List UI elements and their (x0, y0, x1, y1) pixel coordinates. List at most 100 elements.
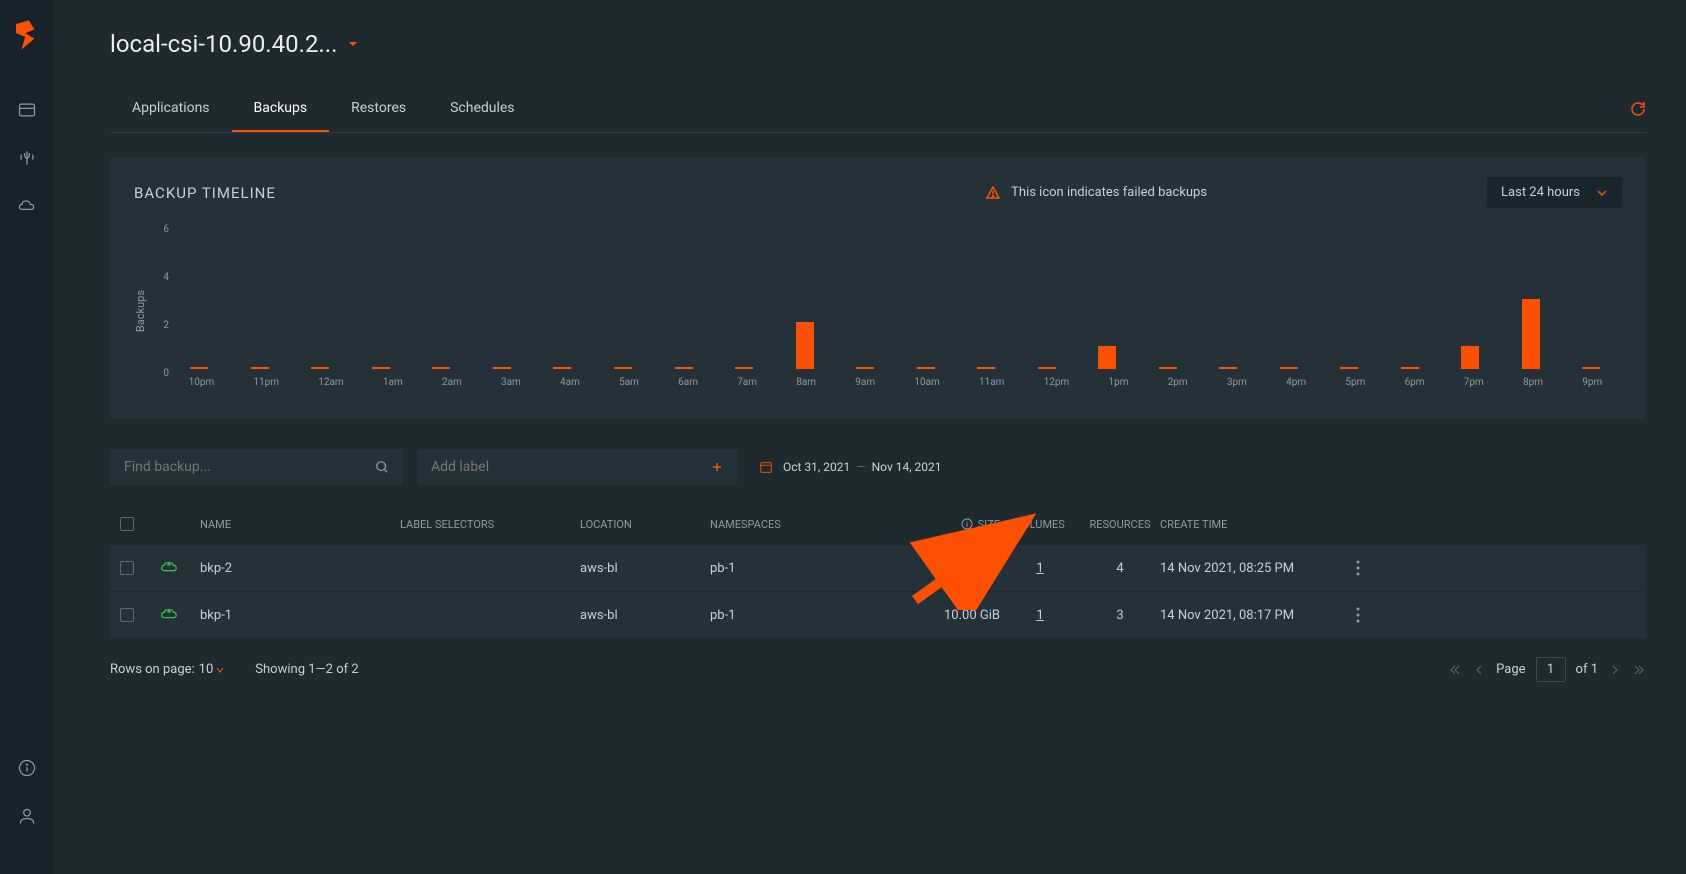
x-tick: 11pm (253, 377, 279, 388)
cell-name: bkp-1 (200, 608, 400, 623)
bar[interactable] (493, 367, 511, 369)
page-input[interactable] (1536, 657, 1566, 682)
table-row[interactable]: bkp-2 aws-bl pb-1 115 MiB 1 4 14 Nov 202… (110, 545, 1646, 591)
bar[interactable] (977, 367, 995, 369)
row-checkbox[interactable] (120, 561, 134, 575)
x-tick: 10am (914, 377, 939, 388)
table-header: NAME LABEL SELECTORS LOCATION NAMESPACES… (110, 503, 1646, 545)
bar[interactable] (1038, 367, 1056, 369)
info-icon[interactable] (17, 758, 37, 778)
x-tick: 10pm (189, 377, 215, 388)
antenna-icon[interactable] (17, 148, 37, 168)
y-tick: 0 (155, 368, 169, 379)
cluster-name[interactable]: local-csi-10.90.40.2... (110, 30, 337, 58)
tab-applications[interactable]: Applications (110, 86, 232, 132)
user-icon[interactable] (17, 806, 37, 826)
bar[interactable] (251, 367, 269, 369)
bar[interactable] (553, 367, 571, 369)
bar[interactable] (311, 367, 329, 369)
bar[interactable] (1582, 367, 1600, 369)
bar[interactable] (1461, 346, 1479, 369)
kebab-icon[interactable] (1356, 560, 1360, 576)
bar[interactable] (372, 367, 390, 369)
cell-location: aws-bl (580, 561, 710, 576)
search-icon (375, 460, 389, 474)
bar[interactable] (735, 367, 753, 369)
bar[interactable] (856, 367, 874, 369)
col-create-time: CREATE TIME (1160, 518, 1320, 531)
next-page-icon[interactable] (1608, 663, 1622, 677)
table-row[interactable]: bkp-1 aws-bl pb-1 10.00 GiB 1 3 14 Nov 2… (110, 592, 1646, 638)
x-tick: 8pm (1523, 377, 1543, 388)
bar[interactable] (1280, 367, 1298, 369)
cell-size: 115 MiB (830, 561, 1000, 576)
col-namespaces: NAMESPACES (710, 518, 830, 531)
pagination: Rows on page: 10 Showing 1—2 of 2 Page o… (110, 657, 1646, 682)
plus-icon (711, 461, 723, 473)
bar[interactable] (432, 367, 450, 369)
bar[interactable] (1522, 299, 1540, 369)
x-tick: 8am (796, 377, 816, 388)
bar[interactable] (1159, 367, 1177, 369)
col-name: NAME (200, 518, 400, 531)
bar[interactable] (1098, 346, 1116, 369)
y-tick: 2 (155, 320, 169, 331)
prev-page-icon[interactable] (1472, 663, 1486, 677)
chevron-down-icon[interactable] (215, 665, 225, 675)
y-axis-label: Backups (134, 290, 147, 332)
add-label-input[interactable] (417, 449, 737, 485)
timeline-hint: This icon indicates failed backups (985, 185, 1207, 201)
x-tick: 1pm (1108, 377, 1128, 388)
cell-namespaces: pb-1 (710, 608, 830, 623)
last-page-icon[interactable] (1632, 663, 1646, 677)
bar[interactable] (190, 367, 208, 369)
dashboard-icon[interactable] (17, 100, 37, 120)
tab-restores[interactable]: Restores (329, 86, 428, 132)
sidebar (0, 0, 54, 874)
date-range[interactable]: Oct 31, 2021 — Nov 14, 2021 (759, 460, 942, 474)
bar[interactable] (917, 367, 935, 369)
bar[interactable] (1340, 367, 1358, 369)
kebab-icon[interactable] (1356, 607, 1360, 623)
bar[interactable] (1219, 367, 1237, 369)
cell-volumes[interactable]: 1 (1000, 561, 1080, 576)
timeline-title: BACKUP TIMELINE (134, 184, 276, 202)
x-tick: 12am (318, 377, 343, 388)
col-size: SIZE (830, 518, 1000, 531)
y-axis: 6 4 2 0 (155, 224, 169, 399)
x-tick: 7pm (1464, 377, 1484, 388)
backup-table: NAME LABEL SELECTORS LOCATION NAMESPACES… (110, 503, 1646, 639)
y-tick: 6 (155, 224, 169, 235)
col-label-selectors: LABEL SELECTORS (400, 518, 580, 531)
rows-per-page-value[interactable]: 10 (199, 662, 214, 677)
time-range-select[interactable]: Last 24 hours (1487, 177, 1622, 208)
x-tick: 5pm (1345, 377, 1365, 388)
cell-resources: 4 (1080, 561, 1160, 576)
col-location: LOCATION (580, 518, 710, 531)
tab-backups[interactable]: Backups (232, 86, 330, 132)
refresh-icon[interactable] (1630, 101, 1646, 117)
page-of: of 1 (1576, 662, 1598, 677)
find-backup-input[interactable] (110, 449, 403, 485)
row-checkbox[interactable] (120, 608, 134, 622)
bar[interactable] (675, 367, 693, 369)
x-tick: 9am (855, 377, 875, 388)
x-tick: 7am (737, 377, 757, 388)
x-tick: 1am (383, 377, 403, 388)
cell-volumes[interactable]: 1 (1000, 608, 1080, 623)
y-tick: 4 (155, 272, 169, 283)
timeline-hint-text: This icon indicates failed backups (1011, 185, 1207, 200)
time-range-label: Last 24 hours (1501, 185, 1580, 200)
cloud-icon[interactable] (17, 196, 37, 216)
first-page-icon[interactable] (1448, 663, 1462, 677)
info-icon (961, 518, 973, 530)
tab-schedules[interactable]: Schedules (428, 86, 536, 132)
add-label-field[interactable] (431, 459, 711, 475)
bar[interactable] (614, 367, 632, 369)
find-backup-field[interactable] (124, 459, 375, 475)
chevron-down-icon[interactable] (347, 38, 359, 50)
select-all-checkbox[interactable] (120, 517, 134, 531)
bar[interactable] (796, 322, 814, 369)
cloud-success-icon (160, 606, 178, 624)
bar[interactable] (1401, 367, 1419, 369)
